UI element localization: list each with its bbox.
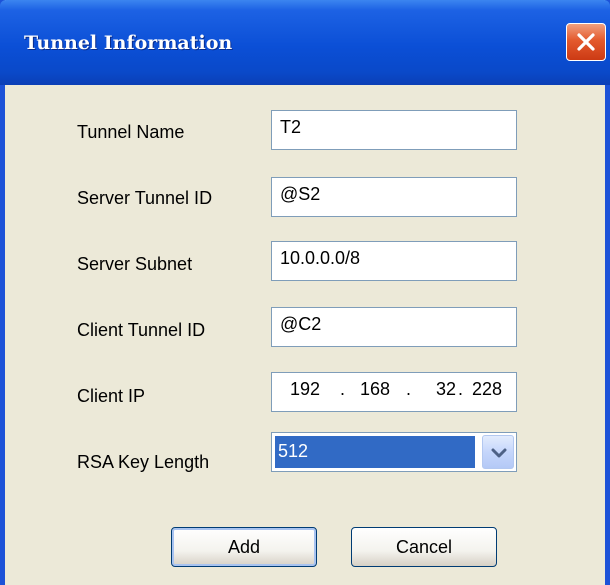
dialog-body: Tunnel Name T2 Server Tunnel ID @S2 Serv… bbox=[5, 85, 605, 585]
rsa-key-length-value[interactable]: 512 bbox=[275, 436, 475, 468]
ip-separator: . bbox=[340, 379, 346, 399]
tunnel-information-dialog: Tunnel Information Tunnel Name T2 Server… bbox=[0, 0, 610, 585]
rsa-key-length-select[interactable]: 512 bbox=[271, 432, 517, 472]
client-ip-label: Client IP bbox=[77, 386, 146, 406]
server-tunnel-id-label: Server Tunnel ID bbox=[77, 188, 213, 208]
close-button[interactable] bbox=[566, 23, 606, 61]
dialog-title: Tunnel Information bbox=[24, 32, 233, 54]
server-tunnel-id-input[interactable]: @S2 bbox=[271, 177, 517, 217]
ip-octet-3[interactable]: 32 bbox=[436, 379, 456, 400]
server-subnet-label: Server Subnet bbox=[77, 254, 193, 274]
close-icon bbox=[577, 33, 595, 51]
ip-octet-2[interactable]: 168 bbox=[360, 379, 390, 400]
tunnel-name-input[interactable]: T2 bbox=[271, 110, 517, 150]
server-subnet-input[interactable]: 10.0.0.0/8 bbox=[271, 241, 517, 281]
ip-octet-1[interactable]: 192 bbox=[290, 379, 320, 400]
dropdown-button[interactable] bbox=[482, 435, 514, 469]
rsa-key-length-label: RSA Key Length bbox=[77, 452, 210, 472]
client-ip-input[interactable]: 192 . 168 . 32 . 228 bbox=[271, 372, 517, 412]
title-bar[interactable]: Tunnel Information bbox=[0, 0, 610, 85]
ip-separator: . bbox=[458, 379, 464, 399]
chevron-down-icon bbox=[491, 448, 507, 458]
tunnel-name-label: Tunnel Name bbox=[77, 122, 185, 142]
client-tunnel-id-label: Client Tunnel ID bbox=[77, 320, 206, 340]
ip-separator: . bbox=[406, 379, 412, 399]
cancel-button[interactable]: Cancel bbox=[351, 527, 497, 567]
ip-octet-4[interactable]: 228 bbox=[472, 379, 502, 400]
add-button[interactable]: Add bbox=[171, 527, 317, 567]
client-tunnel-id-input[interactable]: @C2 bbox=[271, 307, 517, 347]
